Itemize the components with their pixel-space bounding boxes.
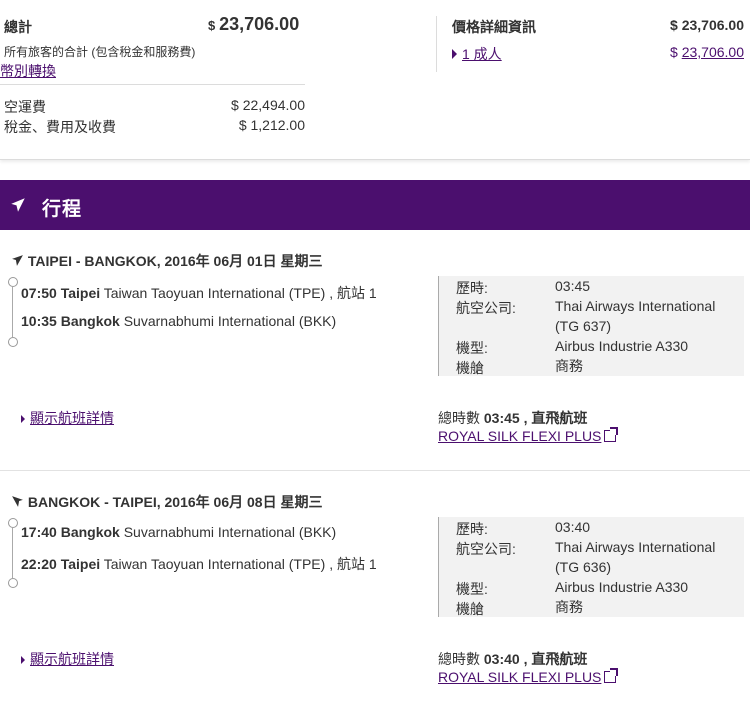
fare-brand-link[interactable]: ROYAL SILK FLEXI PLUS [438,669,601,685]
airline-label: 航空公司: [456,300,516,316]
cabin-label: 機艙 [456,360,484,376]
departure-row: 07:50 Taipei Taiwan Taoyuan Internationa… [21,283,377,303]
total-time-row: 總時數 03:40 , 直飛航班 [438,649,587,669]
segment-header: BANGKOK - TAIPEI, 2016年 06月 08日 星期三 [11,492,322,512]
price-detail-amount: $ 23,706.00 [670,17,744,33]
itinerary-title: 行程 [42,199,83,220]
nonstop-label: 直飛航班 [531,651,588,667]
adult-price: $ 23,706.00 [670,44,744,60]
segment-divider [0,470,750,471]
airplane-icon [11,198,25,212]
price-detail-label: 價格詳細資訊 [452,19,536,35]
total-time-value: 03:40 , [483,651,528,667]
fare-amount: $ 22,494.00 [231,97,305,113]
currency-convert-link[interactable]: 幣別轉換 [0,61,56,81]
details-toggle[interactable]: 顯示航班詳情 [21,649,114,669]
departure-row: 17:40 Bangkok Suvarnabhumi International… [21,524,336,540]
fare-brand-link[interactable]: ROYAL SILK FLEXI PLUS [438,428,601,444]
duration-label: 歷時: [456,521,488,537]
total-time-row: 總時數 03:45 , 直飛航班 [438,408,587,428]
arrive-city: Bangkok [60,313,120,329]
timeline [8,518,18,588]
cabin-label: 機艙 [456,601,484,617]
total-time-value: 03:45 , [483,410,528,426]
external-link-icon[interactable] [604,427,619,442]
nonstop-label: 直飛航班 [531,410,588,426]
timeline-start [8,518,18,528]
details-toggle[interactable]: 顯示航班詳情 [21,408,114,428]
cabin-value: 商務 [555,599,583,615]
arrival-row: 22:20 Taipei Taiwan Taoyuan Internationa… [21,554,377,574]
external-link-icon[interactable] [604,668,619,683]
aircraft-value: Airbus Industrie A330 [555,338,689,354]
duration-label: 歷時: [456,280,488,296]
adult-row: 1 成人 [452,44,502,64]
total-amount: 23,706.00 [219,14,300,34]
adult-currency: $ [670,44,678,60]
timeline-start [8,277,18,287]
total-currency: $ [208,18,216,33]
summary-divider [0,84,305,85]
segment-route: BANGKOK - TAIPEI, 2016年 06月 08日 星期三 [27,494,323,510]
aircraft-label: 機型: [456,340,488,356]
arrival-row: 10:35 Bangkok Suvarnabhumi International… [21,313,336,329]
itinerary-header: 行程 [0,180,750,230]
fare-brand-row: ROYAL SILK FLEXI PLUS [438,668,619,685]
depart-city: Bangkok [60,524,120,540]
depart-time: 07:50 [21,285,57,301]
price-summary: 總計 $ 23,706.00 所有旅客的合計 (包含稅金和服務費) 幣別轉換 空… [0,0,750,160]
cabin-value: 商務 [555,358,583,374]
fare-brand-row: ROYAL SILK FLEXI PLUS [438,427,619,444]
airline-value: Thai Airways International (TG 637) [555,298,716,334]
tax-amount: $ 1,212.00 [238,117,305,133]
arrive-city: Taipei [60,556,101,572]
adult-link[interactable]: 1 成人 [462,46,502,62]
show-flight-details-link[interactable]: 顯示航班詳情 [30,410,114,426]
arrive-time: 22:20 [21,556,57,572]
tax-label: 稅金、費用及收費 [4,119,116,135]
timeline-line [12,528,13,578]
airplane-icon [12,496,23,507]
timeline-line [12,287,13,337]
total-time-label: 總時數 [438,651,480,667]
duration-value: 03:45 [555,278,591,294]
airplane-icon [12,255,23,266]
arrive-airport: Taiwan Taoyuan International (TPE) , 航站 … [103,556,377,572]
total-price: $ 23,706.00 [208,14,299,35]
segment-header: TAIPEI - BANGKOK, 2016年 06月 01日 星期三 [11,251,322,271]
depart-airport: Taiwan Taoyuan International (TPE) , 航站 … [103,285,377,301]
airline-value: Thai Airways International (TG 636) [555,539,716,575]
caret-right-icon [21,415,25,423]
flight-info-box: 歷時: 03:40 航空公司: Thai Airways Internation… [438,517,744,617]
aircraft-value: Airbus Industrie A330 [555,579,689,595]
depart-time: 17:40 [21,524,57,540]
caret-right-icon [21,656,25,664]
flight-info-box: 歷時: 03:45 航空公司: Thai Airways Internation… [438,276,744,376]
aircraft-label: 機型: [456,581,488,597]
timeline [8,277,18,347]
fare-label: 空運費 [4,99,46,115]
depart-city: Taipei [60,285,101,301]
total-note: 所有旅客的合計 (包含稅金和服務費) [4,45,196,59]
arrive-airport: Suvarnabhumi International (BKK) [123,313,337,329]
duration-value: 03:40 [555,519,591,535]
timeline-end [8,337,18,347]
vertical-divider [436,16,437,72]
depart-airport: Suvarnabhumi International (BKK) [123,524,337,540]
timeline-end [8,578,18,588]
segment-route: TAIPEI - BANGKOK, 2016年 06月 01日 星期三 [27,253,323,269]
caret-right-icon [452,49,457,59]
total-label: 總計 [4,19,32,35]
total-time-label: 總時數 [438,410,480,426]
arrive-time: 10:35 [21,313,57,329]
show-flight-details-link[interactable]: 顯示航班詳情 [30,651,114,667]
adult-amount-link[interactable]: 23,706.00 [682,44,744,60]
airline-label: 航空公司: [456,541,516,557]
